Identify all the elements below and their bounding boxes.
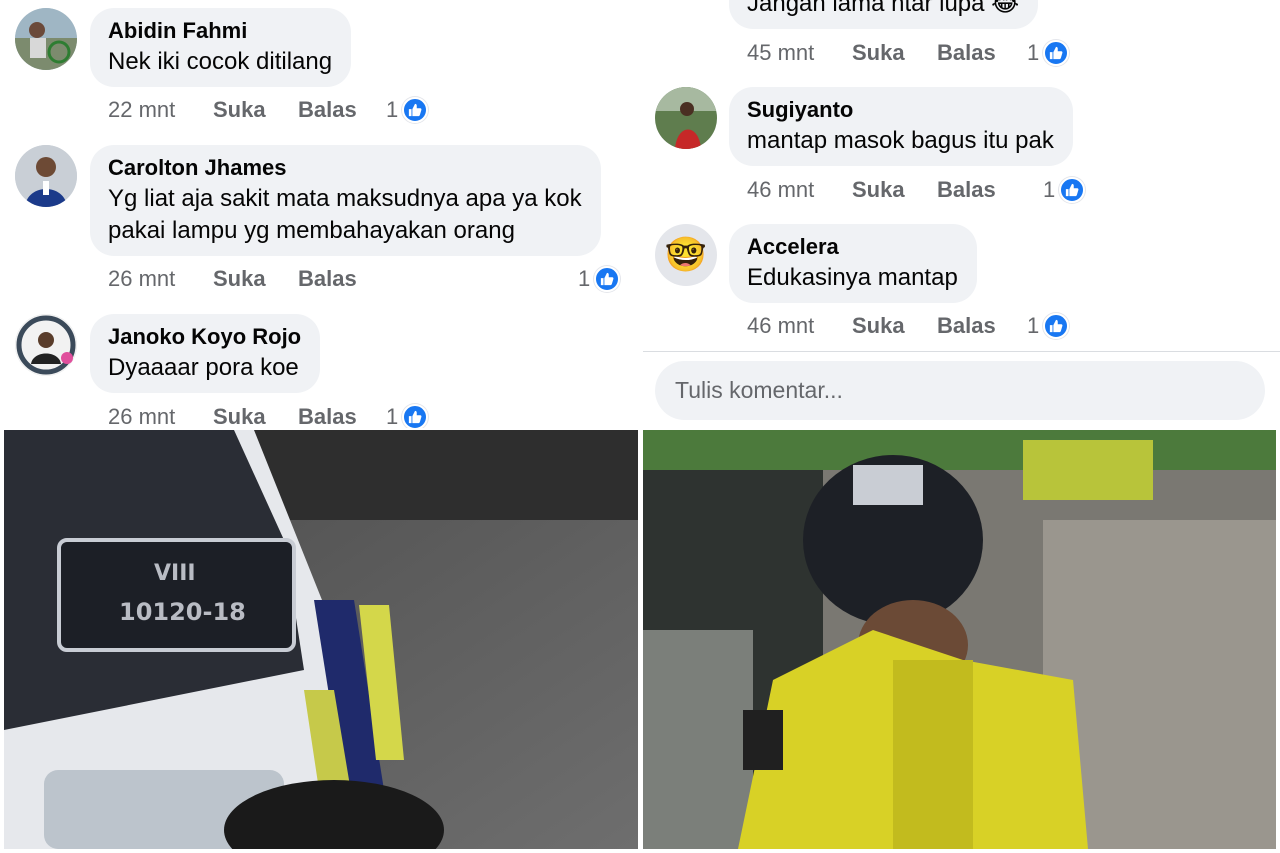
reply-button[interactable]: Balas — [298, 266, 357, 292]
reply-button[interactable]: Balas — [937, 177, 996, 203]
reaction-number: 1 — [1027, 313, 1040, 338]
comment-actions: 45 mnt Suka Balas — [747, 40, 996, 66]
comment-author[interactable]: Janoko Koyo Rojo — [108, 322, 301, 352]
reaction-count[interactable]: 1 — [1043, 177, 1086, 203]
reaction-count[interactable]: 1 — [1027, 313, 1070, 339]
thumbs-up-icon — [402, 97, 429, 123]
comment-bubble: Jangan lama ntar lupa 😂 — [729, 0, 1039, 29]
comment-bubble: Carolton Jhames Yg liat aja sakit mata m… — [90, 145, 601, 256]
comment-input[interactable]: Tulis komentar... — [655, 361, 1265, 420]
reaction-number: 1 — [386, 404, 399, 428]
avatar[interactable] — [655, 87, 717, 149]
plate-text: VIII — [154, 561, 196, 586]
comment-time[interactable]: 26 mnt — [108, 266, 213, 292]
nerd-face-icon: 🤓 — [664, 236, 708, 274]
like-button[interactable]: Suka — [213, 404, 298, 428]
reaction-count[interactable]: 1 — [1027, 40, 1070, 66]
thumbs-up-icon — [1043, 313, 1070, 339]
avatar[interactable]: 🤓 — [655, 224, 717, 286]
reply-button[interactable]: Balas — [937, 313, 996, 339]
avatar[interactable] — [15, 8, 77, 70]
comment-panel-left: Abidin Fahmi Nek iki cocok ditilang 22 m… — [0, 0, 640, 428]
thumbs-up-icon — [594, 266, 621, 292]
like-button[interactable]: Suka — [213, 97, 298, 123]
comment-time[interactable]: 22 mnt — [108, 97, 213, 123]
thumbs-up-icon — [1059, 177, 1086, 203]
comment-bubble: Accelera Edukasinya mantap — [729, 224, 977, 303]
comment-time[interactable]: 46 mnt — [747, 313, 852, 339]
reply-button[interactable]: Balas — [298, 97, 357, 123]
like-button[interactable]: Suka — [852, 177, 937, 203]
reaction-number: 1 — [578, 266, 591, 291]
comment-author[interactable]: Accelera — [747, 232, 958, 262]
reaction-number: 1 — [1027, 40, 1040, 65]
like-button[interactable]: Suka — [852, 40, 937, 66]
comment-text-line: pakai lampu yg membahayakan orang — [108, 217, 515, 244]
comment-bubble: Janoko Koyo Rojo Dyaaaar pora koe — [90, 314, 321, 393]
video-still-officer — [643, 430, 1276, 849]
reaction-count[interactable]: 1 — [386, 97, 429, 123]
reply-button[interactable]: Balas — [937, 40, 996, 66]
comment-actions: 26 mnt Suka Balas — [108, 404, 357, 428]
reaction-count[interactable]: 1 — [578, 266, 621, 292]
reaction-number: 1 — [1043, 177, 1056, 202]
avatar[interactable] — [15, 145, 77, 207]
comment-actions: 26 mnt Suka Balas — [108, 266, 357, 292]
thumbs-up-icon — [1043, 40, 1070, 66]
thumbs-up-icon — [402, 404, 429, 428]
video-still-headlight: VIII 10120-18 — [4, 430, 638, 849]
comment-bubble: Sugiyanto mantap masok bagus itu pak — [729, 87, 1073, 166]
comment-actions: 46 mnt Suka Balas — [747, 313, 996, 339]
avatar[interactable] — [15, 314, 77, 376]
comment-time[interactable]: 46 mnt — [747, 177, 852, 203]
comment-author[interactable]: Carolton Jhames — [108, 153, 582, 183]
comment-text: mantap masok bagus itu pak — [747, 127, 1054, 154]
comment-author[interactable]: Abidin Fahmi — [108, 16, 332, 46]
comment-actions: 22 mnt Suka Balas — [108, 97, 357, 123]
comment-text: Edukasinya mantap — [747, 264, 958, 291]
comment-input-placeholder: Tulis komentar... — [675, 377, 843, 403]
comment-actions: 46 mnt Suka Balas — [747, 177, 996, 203]
comment-time[interactable]: 26 mnt — [108, 404, 213, 428]
comment-text: Nek iki cocok ditilang — [108, 48, 333, 75]
comment-panel-right: Jangan lama ntar lupa 😂 45 mnt Suka Bala… — [643, 0, 1280, 428]
reply-button[interactable]: Balas — [298, 404, 357, 428]
comment-author[interactable]: Sugiyanto — [747, 95, 1054, 125]
comment-time[interactable]: 45 mnt — [747, 40, 852, 66]
plate-text: 10120-18 — [119, 598, 246, 626]
like-button[interactable]: Suka — [213, 266, 298, 292]
comment-text: Jangan lama ntar lupa 😂 — [747, 0, 1020, 17]
reaction-count[interactable]: 1 — [386, 404, 429, 428]
reaction-number: 1 — [386, 97, 399, 122]
comment-text-line: Yg liat aja sakit mata maksudnya apa ya … — [108, 185, 582, 212]
comment-bubble: Abidin Fahmi Nek iki cocok ditilang — [90, 8, 352, 87]
comment-text: Dyaaaar pora koe — [108, 354, 299, 381]
composer-divider — [643, 351, 1280, 352]
like-button[interactable]: Suka — [852, 313, 937, 339]
